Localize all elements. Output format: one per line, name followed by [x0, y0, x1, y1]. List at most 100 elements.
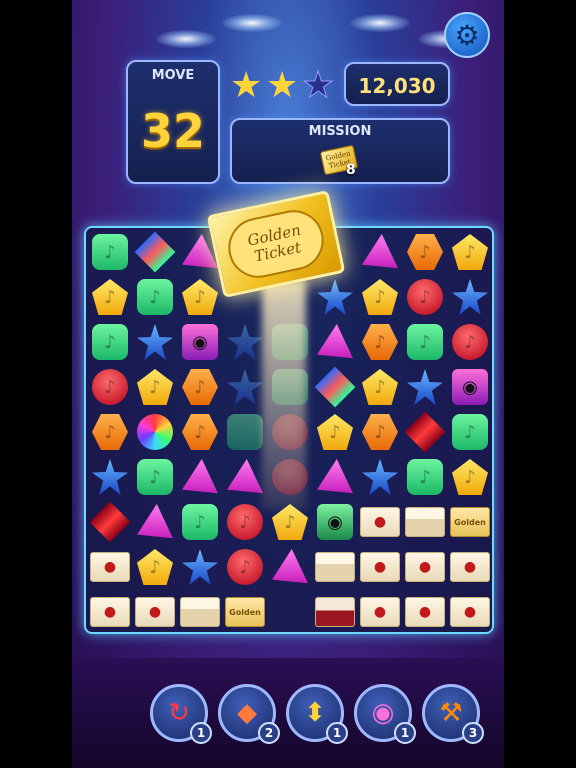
green-gem-icon: ♪: [407, 324, 443, 360]
board-cell[interactable]: ◉: [178, 320, 222, 364]
settings-button[interactable]: ⚙: [444, 12, 490, 58]
board-cell[interactable]: ♪: [178, 275, 222, 319]
board-cell[interactable]: [178, 590, 222, 634]
env-gem-icon: ●: [360, 507, 400, 537]
board-cell[interactable]: ●: [358, 590, 402, 634]
board-cell[interactable]: ♪: [88, 365, 132, 409]
green-gem-icon: [227, 414, 263, 450]
board-cell[interactable]: ♪: [403, 320, 447, 364]
board-cell[interactable]: ●: [448, 590, 492, 634]
board-cell[interactable]: ♪: [223, 500, 267, 544]
diamond-red-gem-icon: [89, 501, 131, 543]
board-cell[interactable]: [88, 455, 132, 499]
gear-icon: ⚙: [454, 18, 480, 52]
board-cell[interactable]: ♪: [448, 320, 492, 364]
board-cell[interactable]: ●: [133, 590, 177, 634]
board-cell[interactable]: [313, 455, 357, 499]
yellow-gem-icon: ♪: [92, 279, 128, 315]
board-cell[interactable]: [88, 500, 132, 544]
env-gem-icon: ●: [405, 552, 445, 582]
board-cell[interactable]: Golden: [223, 590, 267, 634]
blue-gem-icon: [227, 369, 263, 405]
board-cell[interactable]: [313, 590, 357, 634]
board-cell[interactable]: ♪: [313, 410, 357, 454]
left-letterbox: [0, 0, 72, 768]
board-cell[interactable]: [313, 320, 357, 364]
star-empty-icon: ★: [301, 65, 335, 106]
diamond-red-gem-icon: [404, 411, 446, 453]
booster-count-badge: 1: [326, 722, 348, 744]
board-cell[interactable]: ♪: [88, 410, 132, 454]
board-cell[interactable]: ♪: [178, 365, 222, 409]
board-cell[interactable]: ♪: [88, 230, 132, 274]
board-cell[interactable]: [313, 545, 357, 589]
board-cell[interactable]: [448, 275, 492, 319]
speaker-gem-icon: ◉: [452, 369, 488, 405]
board-cell[interactable]: ●: [88, 590, 132, 634]
board-cell[interactable]: ●: [358, 545, 402, 589]
board-cell[interactable]: ♪: [223, 545, 267, 589]
board-cell[interactable]: ♪: [358, 275, 402, 319]
board-cell[interactable]: ●: [403, 590, 447, 634]
yellow-gem-icon: ♪: [317, 414, 353, 450]
orange-gem-icon: ♪: [362, 414, 398, 450]
board-cell[interactable]: ●: [448, 545, 492, 589]
orange-gem-icon: ♪: [92, 414, 128, 450]
board-cell[interactable]: ◉: [313, 500, 357, 544]
board-cell[interactable]: ♪: [448, 410, 492, 454]
board-cell[interactable]: ♪: [133, 545, 177, 589]
board-cell[interactable]: ♪: [358, 410, 402, 454]
board-cell[interactable]: [133, 410, 177, 454]
board-cell[interactable]: ♪: [88, 320, 132, 364]
right-letterbox: [504, 0, 576, 768]
board-cell[interactable]: ♪: [403, 230, 447, 274]
board-cell[interactable]: Golden: [448, 500, 492, 544]
moves-label: MOVE: [151, 68, 195, 83]
board-cell[interactable]: [403, 365, 447, 409]
board-cell[interactable]: [403, 410, 447, 454]
board-cell[interactable]: [223, 365, 267, 409]
board-cell[interactable]: ♪: [133, 365, 177, 409]
red-gem-icon: ♪: [227, 549, 263, 585]
board-cell[interactable]: ♪: [448, 455, 492, 499]
orange-gem-icon: ♪: [407, 234, 443, 270]
board-cell[interactable]: ●: [403, 545, 447, 589]
env-open-gem-icon: [180, 597, 220, 627]
board-cell[interactable]: [178, 455, 222, 499]
board-cell[interactable]: ♪: [403, 275, 447, 319]
spotlight: [222, 14, 282, 32]
board-cell[interactable]: ♪: [358, 320, 402, 364]
board-cell[interactable]: [313, 275, 357, 319]
board-cell[interactable]: ♪: [358, 365, 402, 409]
red-gem-icon: ♪: [227, 504, 263, 540]
board-cell[interactable]: [223, 320, 267, 364]
board-cell[interactable]: ◉: [448, 365, 492, 409]
board-cell[interactable]: ♪: [448, 230, 492, 274]
board-cell[interactable]: [133, 500, 177, 544]
board-cell[interactable]: [223, 455, 267, 499]
env-open-gem-icon: [315, 552, 355, 582]
board-cell[interactable]: [313, 365, 357, 409]
board-cell[interactable]: [223, 410, 267, 454]
board-cell[interactable]: [358, 455, 402, 499]
moves-panel: MOVE 32: [126, 60, 220, 184]
speaker-icon: ◉: [371, 698, 395, 728]
board-cell[interactable]: ♪: [88, 275, 132, 319]
board-cell[interactable]: ●: [88, 545, 132, 589]
board-cell[interactable]: [358, 230, 402, 274]
board-cell[interactable]: [268, 545, 312, 589]
env-open-gem-icon: [405, 507, 445, 537]
board-cell[interactable]: ●: [358, 500, 402, 544]
pink-gem-icon: [317, 324, 353, 359]
board-cell[interactable]: [133, 320, 177, 364]
board-cell[interactable]: ♪: [178, 500, 222, 544]
board-cell[interactable]: ♪: [178, 410, 222, 454]
board-cell[interactable]: ♪: [133, 455, 177, 499]
board-cell[interactable]: ♪: [403, 455, 447, 499]
env-gem-icon: ●: [450, 552, 490, 582]
board-cell[interactable]: [403, 500, 447, 544]
board-cell[interactable]: [133, 230, 177, 274]
pink-gem-icon: [227, 459, 263, 494]
board-cell[interactable]: [178, 545, 222, 589]
board-cell[interactable]: ♪: [133, 275, 177, 319]
